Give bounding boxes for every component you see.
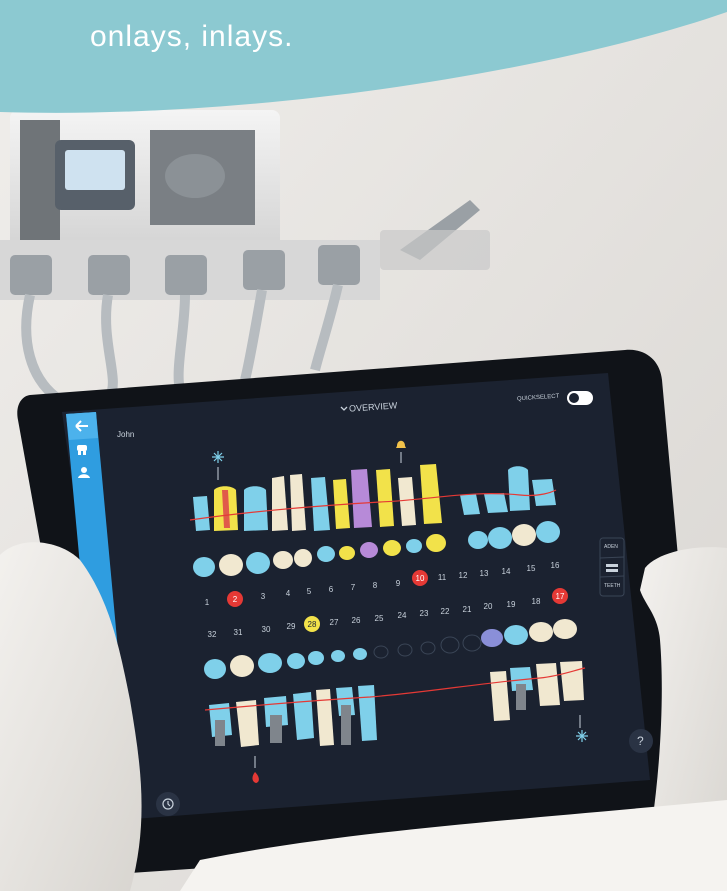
photo-scene xyxy=(0,0,727,891)
tooth-number[interactable]: 4 xyxy=(280,589,296,598)
tooth-number[interactable]: 23 xyxy=(416,609,432,618)
view-toggle-bottom[interactable]: TEETH xyxy=(604,583,620,589)
tooth-number[interactable]: 3 xyxy=(255,592,271,601)
tooth-number[interactable]: 30 xyxy=(258,625,274,634)
tooth-number[interactable]: 11 xyxy=(434,573,450,582)
tooth-number[interactable]: 22 xyxy=(437,607,453,616)
tooth-number[interactable]: 21 xyxy=(459,605,475,614)
tooth-number[interactable]: 12 xyxy=(455,571,471,580)
tooth-number[interactable]: 25 xyxy=(371,614,387,623)
tooth-number[interactable]: 2 xyxy=(227,595,243,604)
tooth-number[interactable]: 20 xyxy=(480,602,496,611)
tooth-number[interactable]: 24 xyxy=(394,611,410,620)
tooth-number[interactable]: 18 xyxy=(528,597,544,606)
tooth-number[interactable]: 9 xyxy=(390,579,406,588)
tooth-number[interactable]: 14 xyxy=(498,567,514,576)
tooth-number[interactable]: 27 xyxy=(326,618,342,627)
patient-name: John xyxy=(117,430,135,439)
tooth-number[interactable]: 16 xyxy=(547,561,563,570)
tooth-number[interactable]: 7 xyxy=(345,583,361,592)
tooth-number[interactable]: 6 xyxy=(323,585,339,594)
tooth-number[interactable]: 5 xyxy=(301,587,317,596)
help-label[interactable]: ? xyxy=(637,734,644,748)
tooth-number[interactable]: 32 xyxy=(204,630,220,639)
tooth-number[interactable]: 13 xyxy=(476,569,492,578)
tooth-number[interactable]: 1 xyxy=(199,598,215,607)
tooth-number[interactable]: 8 xyxy=(367,581,383,590)
tooth-number[interactable]: 15 xyxy=(523,564,539,573)
view-toggle-top[interactable]: ADEN xyxy=(604,544,618,550)
tooth-number[interactable]: 17 xyxy=(552,592,568,601)
tooth-number[interactable]: 19 xyxy=(503,600,519,609)
banner-heading: onlays, inlays. xyxy=(90,20,294,53)
tooth-number[interactable]: 10 xyxy=(412,574,428,583)
quickselect-toggle[interactable] xyxy=(567,391,593,405)
tooth-number[interactable]: 26 xyxy=(348,616,364,625)
tooth-number[interactable]: 31 xyxy=(230,628,246,637)
tooth-number[interactable]: 29 xyxy=(283,622,299,631)
tooth-number[interactable]: 28 xyxy=(304,620,320,629)
